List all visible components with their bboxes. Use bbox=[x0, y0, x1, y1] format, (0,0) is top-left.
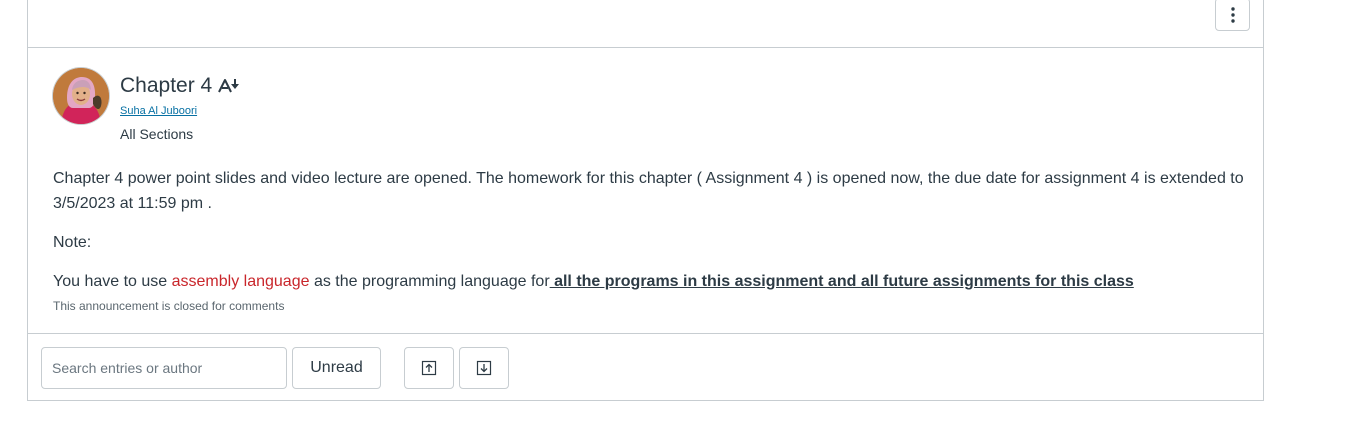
user-avatar bbox=[53, 68, 109, 124]
post-title: Chapter 4 bbox=[120, 74, 213, 97]
body-paragraph-1: Chapter 4 power point slides and video l… bbox=[53, 170, 1244, 212]
body-text-middle: as the programming language for bbox=[309, 273, 550, 290]
emphasized-underlined-text: all the programs in this assignment and … bbox=[549, 273, 1134, 290]
sections-label: All Sections bbox=[120, 126, 194, 142]
search-input[interactable] bbox=[41, 347, 287, 389]
title-row: Chapter 4 bbox=[120, 72, 240, 100]
collapse-replies-button[interactable] bbox=[404, 347, 454, 389]
collapse-replies-icon bbox=[421, 360, 437, 376]
announcement-topbar bbox=[28, 0, 1263, 48]
comments-closed-note: This announcement is closed for comments bbox=[53, 299, 285, 313]
body-paragraph-note: Note: bbox=[53, 234, 92, 251]
highlighted-text: assembly language bbox=[171, 273, 310, 290]
avatar[interactable] bbox=[53, 68, 109, 124]
body-text-prefix: You have to use bbox=[53, 273, 172, 290]
announcement-card: Chapter 4 Suha Al Juboori All Sections C… bbox=[27, 0, 1264, 401]
discussion-toolbar: Unread bbox=[28, 333, 1263, 402]
expand-replies-button[interactable] bbox=[459, 347, 509, 389]
unread-filter-button[interactable]: Unread bbox=[292, 347, 381, 389]
options-menu-button[interactable] bbox=[1215, 0, 1250, 31]
immersive-reader-icon[interactable] bbox=[218, 78, 240, 94]
body-paragraph-3: You have to use assembly language as the… bbox=[53, 269, 1248, 294]
author-link[interactable]: Suha Al Juboori bbox=[120, 104, 197, 118]
expand-replies-icon bbox=[476, 360, 492, 376]
kebab-vertical-icon bbox=[1230, 6, 1235, 23]
announcement-body: Chapter 4 power point slides and video l… bbox=[53, 166, 1248, 294]
